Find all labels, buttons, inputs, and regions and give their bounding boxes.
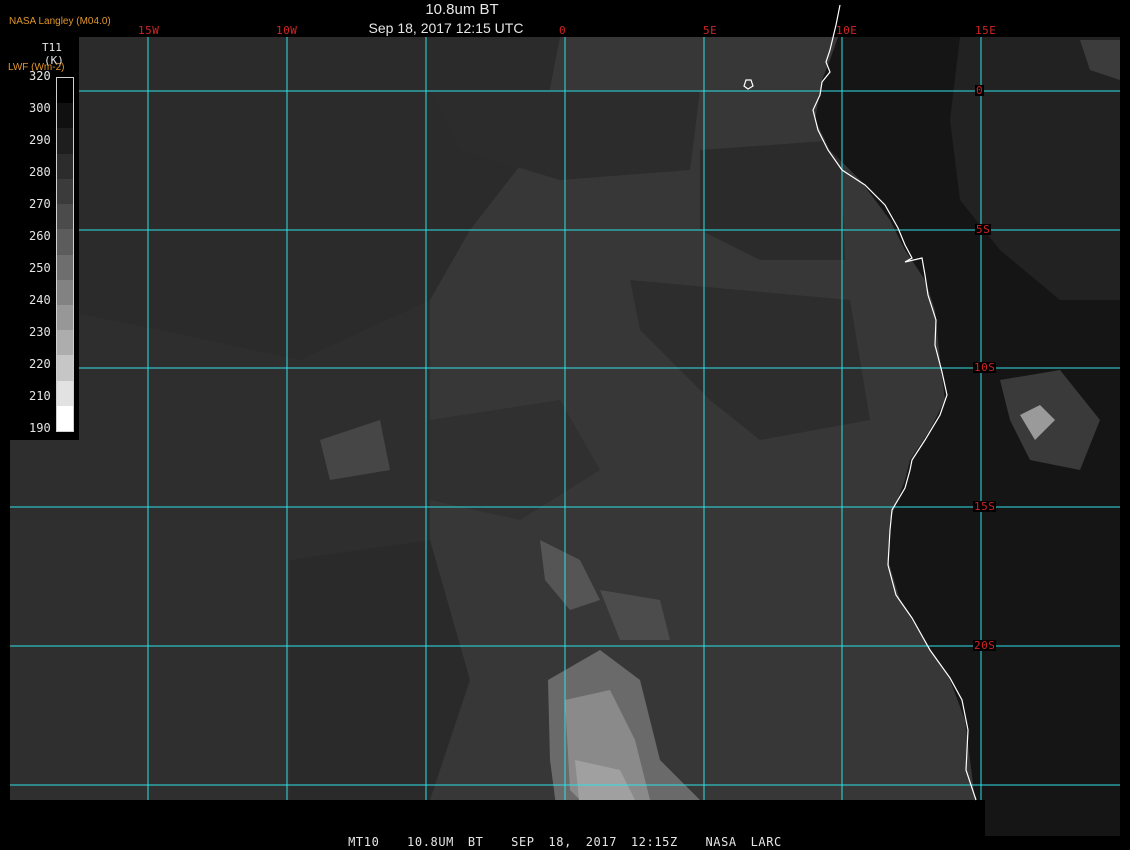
legend-swatch [57, 279, 73, 305]
temperature-legend: T11 (K) 320 300 290 280 270 260 250 240 … [8, 36, 79, 440]
legend-swatch [57, 304, 73, 331]
legend-swatch [57, 405, 73, 432]
observation-timestamp: Sep 18, 2017 12:15 UTC [368, 20, 524, 36]
legend-tick: 250 [29, 261, 51, 275]
legend-swatch [57, 204, 73, 230]
legend-swatch [57, 78, 73, 104]
lon-label-0: 0 [559, 24, 567, 37]
satellite-map [10, 4, 1120, 836]
legend-swatch [57, 103, 73, 129]
lon-label-5e: 5E [703, 24, 718, 37]
lat-label-5s: 5S [975, 223, 992, 236]
producer-credit: NASA Langley (M04.0) [9, 16, 111, 27]
legend-swatch [57, 229, 73, 255]
lon-label-15e: 15E [975, 24, 997, 37]
legend-tick: 190 [29, 421, 51, 435]
legend-tick: 230 [29, 325, 51, 339]
legend-swatch [57, 178, 73, 205]
lon-label-10e: 10E [836, 24, 858, 37]
product-title: 10.8um BT [425, 1, 499, 18]
image-footer-caption: MT10 10.8UM BT SEP 18, 2017 12:15Z NASA … [348, 835, 782, 849]
legend-swatch [57, 380, 73, 406]
legend-tick: 220 [29, 357, 51, 371]
lat-label-10s: 10S [973, 361, 997, 374]
lon-label-10w: 10W [276, 24, 298, 37]
lat-label-20s: 20S [973, 639, 997, 652]
legend-tick: 270 [29, 197, 51, 211]
legend-tick: 260 [29, 229, 51, 243]
legend-tick: 280 [29, 165, 51, 179]
legend-tick: 240 [29, 293, 51, 307]
legend-tick: 210 [29, 389, 51, 403]
legend-color-bar [56, 77, 74, 432]
legend-swatch [57, 128, 73, 154]
legend-swatch [57, 355, 73, 381]
legend-variable-name: T11 [42, 41, 62, 54]
legend-swatch [57, 330, 73, 356]
legend-swatch [57, 254, 73, 280]
lat-label-0: 0 [975, 84, 985, 97]
lat-label-15s: 15S [973, 500, 997, 513]
legend-tick: 300 [29, 101, 51, 115]
lon-label-15w: 15W [138, 24, 160, 37]
legend-alt-label: LWF (Wm-2) [8, 62, 65, 73]
legend-swatch [57, 153, 73, 179]
legend-tick: 290 [29, 133, 51, 147]
satellite-image-viewer: 10.8um BT Sep 18, 2017 12:15 UTC 15W 10W… [0, 0, 1130, 850]
